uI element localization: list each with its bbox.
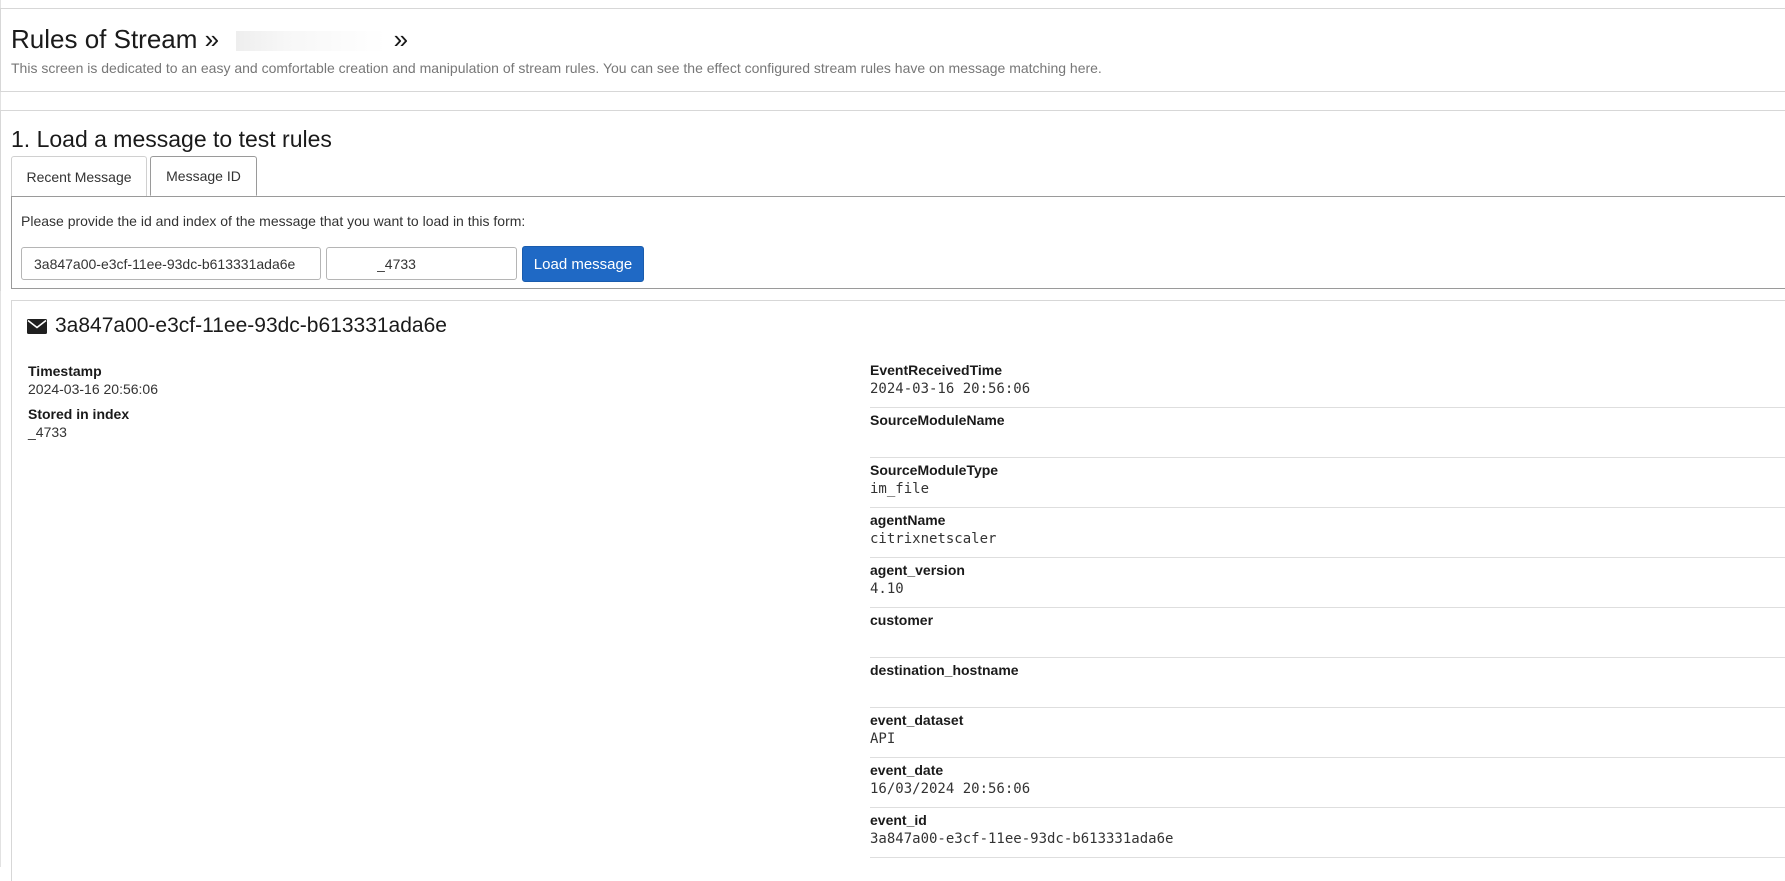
field-value: 2024-03-16 20:56:06: [870, 381, 1031, 397]
stream-name-redacted: [226, 31, 387, 52]
message-id-heading: 3a847a00-e3cf-11ee-93dc-b613331ada6e: [55, 314, 447, 337]
field-row: destination_hostname: [870, 658, 1785, 708]
page-title-suffix: »: [393, 24, 409, 54]
field-value: citrixnetscaler: [870, 531, 997, 547]
field-key: agent_version: [870, 562, 965, 578]
field-key: EventReceivedTime: [870, 362, 1003, 378]
tab-recent-message-label: Recent Message: [26, 168, 132, 185]
field-row: agent_version 4.10: [870, 558, 1785, 608]
field-key: destination_hostname: [870, 662, 1019, 678]
meta-value: _4733: [28, 424, 67, 440]
field-value: [870, 431, 1785, 450]
meta-timestamp: Timestamp 2024-03-16 20:56:06: [28, 363, 158, 399]
field-row: SourceModuleName: [870, 408, 1785, 458]
field-value: 3a847a00-e3cf-11ee-93dc-b613331ada6e: [870, 831, 1174, 847]
page-title: Rules of Stream » »: [11, 24, 408, 55]
meta-key: Timestamp: [28, 363, 102, 379]
load-message-button[interactable]: Load message: [522, 246, 644, 282]
field-value: 4.10: [870, 581, 904, 597]
field-value: [870, 631, 1785, 650]
message-fields-list: EventReceivedTime 2024-03-16 20:56:06 So…: [870, 358, 1785, 858]
tab-recent-message[interactable]: Recent Message: [11, 156, 147, 196]
field-value: [870, 681, 1785, 700]
field-row: event_id 3a847a00-e3cf-11ee-93dc-b613331…: [870, 808, 1785, 858]
field-row: event_date 16/03/2024 20:56:06: [870, 758, 1785, 808]
message-header: 3a847a00-e3cf-11ee-93dc-b613331ada6e: [27, 314, 447, 338]
field-key: event_id: [870, 812, 927, 828]
field-key: customer: [870, 612, 934, 628]
field-key: SourceModuleName: [870, 412, 1005, 428]
field-key: agentName: [870, 512, 946, 528]
meta-value: 2024-03-16 20:56:06: [28, 381, 158, 397]
page-title-prefix: Rules of Stream »: [11, 24, 220, 54]
field-row: agentName citrixnetscaler: [870, 508, 1785, 558]
message-id-input[interactable]: [21, 247, 321, 280]
section-title: 1. Load a message to test rules: [11, 126, 332, 152]
field-value: API: [870, 731, 896, 747]
tab-message-id-label: Message ID: [166, 168, 241, 184]
field-row: SourceModuleType im_file: [870, 458, 1785, 508]
meta-key: Stored in index: [28, 406, 130, 422]
meta-stored-index: Stored in index _4733: [28, 406, 158, 442]
field-row: event_dataset API: [870, 708, 1785, 758]
field-key: event_dataset: [870, 712, 964, 728]
field-key: SourceModuleType: [870, 462, 999, 478]
index-input[interactable]: [326, 247, 517, 280]
field-value: 16/03/2024 20:56:06: [870, 781, 1031, 797]
tab-message-id[interactable]: Message ID: [150, 156, 257, 196]
field-row: customer: [870, 608, 1785, 658]
field-key: event_date: [870, 762, 944, 778]
envelope-icon: [27, 318, 47, 334]
field-value: im_file: [870, 481, 930, 497]
field-row: EventReceivedTime 2024-03-16 20:56:06: [870, 358, 1785, 408]
page-description: This screen is dedicated to an easy and …: [11, 60, 1102, 76]
message-meta: Timestamp 2024-03-16 20:56:06 Stored in …: [28, 363, 158, 449]
load-instruction: Please provide the id and index of the m…: [21, 213, 526, 229]
